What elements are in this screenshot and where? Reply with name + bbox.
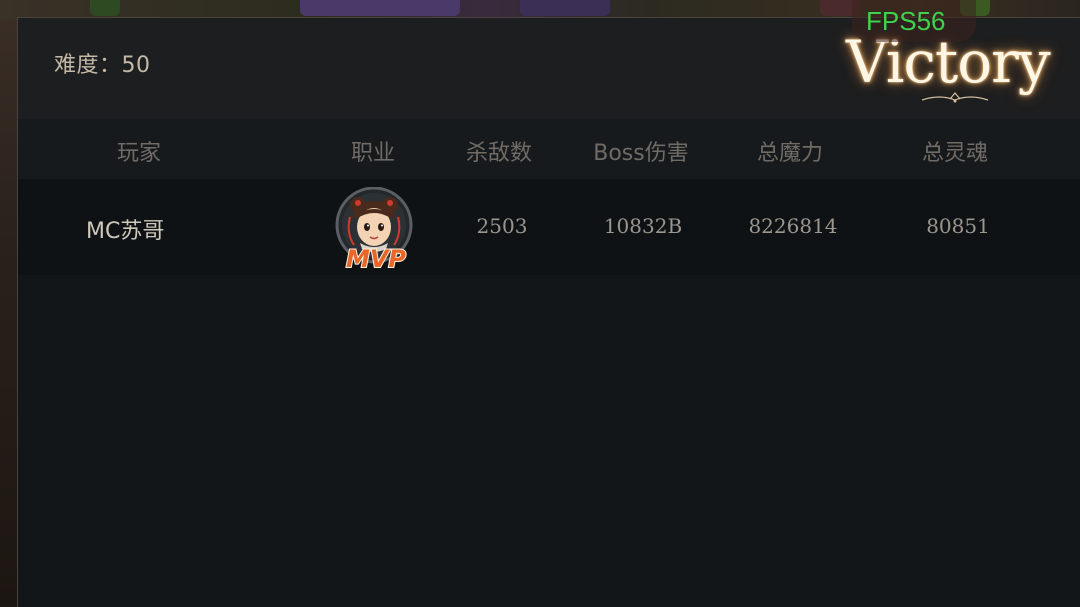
flower-decoration <box>520 0 610 16</box>
column-header-class: 职业 <box>350 141 396 166</box>
total-soul-value: 80851 <box>926 214 990 238</box>
mvp-badge-text: MVP <box>346 245 406 273</box>
boss-damage-value: 10832B <box>603 214 683 238</box>
leaf-decoration <box>90 0 120 16</box>
difficulty-label: 难度：50 <box>54 53 151 78</box>
total-mana-value: 8226814 <box>748 214 838 238</box>
ornament-icon <box>921 92 989 103</box>
table-header-row: 玩家 职业 杀敌数 Boss伤害 总魔力 总灵魂 <box>18 119 1080 179</box>
player-name: MC苏哥 <box>86 219 165 244</box>
column-header-boss-damage: Boss伤害 <box>593 141 689 166</box>
background-scenery-left <box>0 0 18 606</box>
class-avatar: MVP <box>334 186 414 274</box>
column-header-kills: 杀敌数 <box>465 141 533 166</box>
table-row: MC苏哥 MVP 2503 10832B 8226814 80851 <box>18 179 1080 275</box>
column-header-total-soul: 总灵魂 <box>921 141 989 166</box>
mvp-badge: MVP <box>345 245 407 274</box>
kills-value: 2503 <box>476 214 528 238</box>
column-header-total-mana: 总魔力 <box>756 141 824 166</box>
fps-counter: FPS56 <box>866 6 946 36</box>
column-header-player: 玩家 <box>116 141 162 166</box>
flower-decoration <box>300 0 460 16</box>
